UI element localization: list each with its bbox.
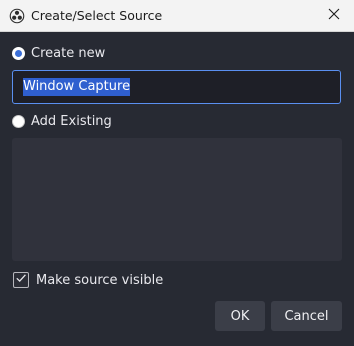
dialog-title: Create/Select Source	[31, 8, 163, 23]
ok-button[interactable]: OK	[215, 301, 265, 331]
cancel-button[interactable]: Cancel	[271, 301, 342, 331]
add-existing-option[interactable]: Add Existing	[12, 112, 112, 130]
add-existing-radio[interactable]	[12, 114, 25, 128]
close-button[interactable]	[314, 0, 354, 32]
source-name-input[interactable]: Window Capture	[12, 70, 341, 104]
make-visible-checkbox[interactable]	[13, 272, 29, 288]
obs-logo-icon	[9, 8, 25, 24]
title-bar: Create/Select Source	[0, 0, 354, 32]
create-new-option[interactable]: Create new	[12, 44, 105, 62]
existing-sources-list[interactable]	[12, 138, 342, 261]
make-visible-option[interactable]: Make source visible	[13, 271, 163, 289]
create-select-source-dialog: Create/Select Source Create new Window C…	[0, 0, 354, 346]
add-existing-label: Add Existing	[31, 113, 112, 129]
checkmark-icon	[15, 272, 27, 288]
make-visible-label: Make source visible	[36, 272, 164, 288]
source-name-value: Window Capture	[23, 78, 131, 96]
create-new-radio[interactable]	[12, 46, 25, 60]
create-new-label: Create new	[31, 45, 106, 61]
close-icon	[328, 8, 340, 24]
